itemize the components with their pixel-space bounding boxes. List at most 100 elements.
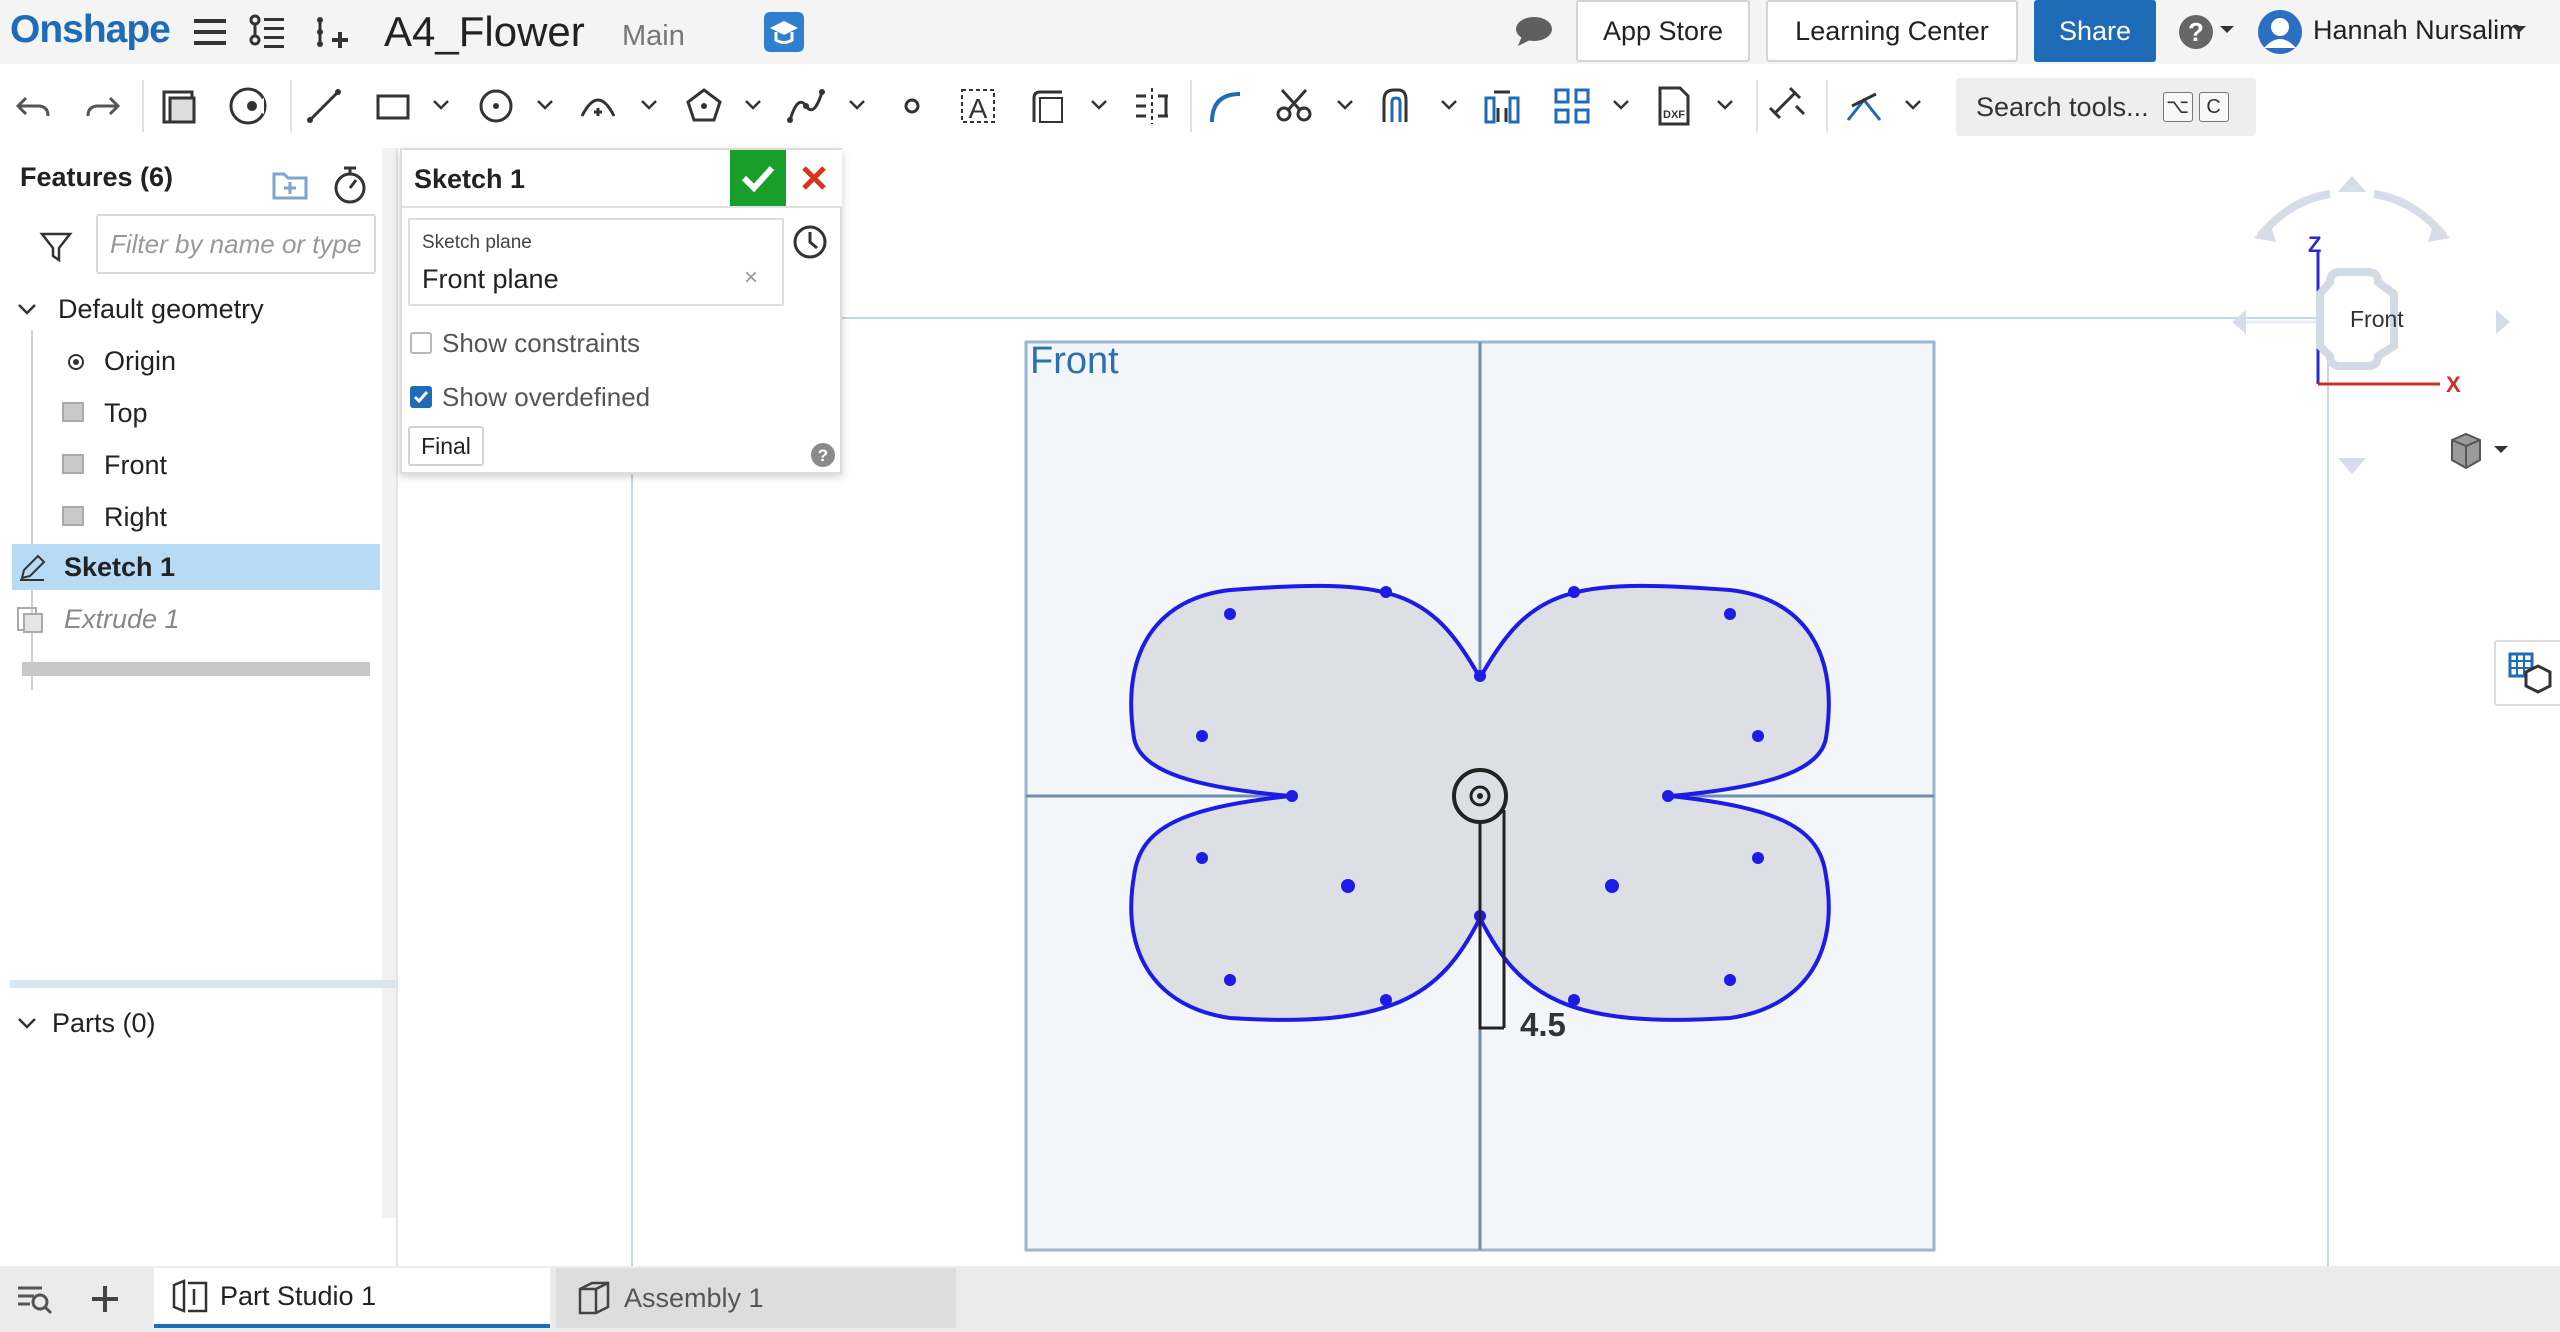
use-icon[interactable] <box>1204 84 1248 128</box>
comments-icon[interactable] <box>1512 10 1556 54</box>
right-panel-button[interactable] <box>2494 640 2560 706</box>
sketch-plane-field[interactable]: Sketch plane Front plane × <box>408 218 784 306</box>
tree-item-right-plane[interactable]: Right <box>0 494 380 540</box>
tab-label: Assembly 1 <box>624 1282 764 1313</box>
chevron-down-icon[interactable] <box>1334 94 1356 116</box>
line-icon[interactable] <box>302 84 346 128</box>
chevron-down-icon[interactable] <box>1714 94 1736 116</box>
user-menu-chevron-icon[interactable] <box>2508 18 2530 40</box>
tab-manager-icon[interactable] <box>14 1282 54 1316</box>
chevron-down-icon[interactable] <box>16 298 38 320</box>
add-tab-icon[interactable] <box>88 1282 122 1316</box>
show-constraints-label[interactable]: Show constraints <box>442 328 640 359</box>
offset-icon[interactable] <box>1376 84 1420 128</box>
accept-button[interactable] <box>730 150 786 206</box>
show-constraints-checkbox[interactable] <box>410 332 432 354</box>
clear-plane-icon[interactable]: × <box>744 264 758 292</box>
circular-pattern-icon[interactable] <box>1550 84 1594 128</box>
plane-icon <box>62 454 84 474</box>
chevron-down-icon[interactable] <box>430 94 452 116</box>
panel-splitter[interactable] <box>10 980 398 988</box>
education-icon[interactable] <box>762 10 806 54</box>
feature-list-scrollbar[interactable] <box>382 148 396 1218</box>
point-icon[interactable] <box>890 84 934 128</box>
svg-text:DXF: DXF <box>1663 109 1685 121</box>
default-geometry-group[interactable]: Default geometry <box>0 286 380 332</box>
tree-item-extrude-1[interactable]: Extrude 1 <box>0 596 380 642</box>
top-bar: Onshape A4_Flower Main App Store Learnin… <box>0 0 2560 64</box>
chevron-down-icon[interactable] <box>846 94 868 116</box>
chevron-down-icon[interactable] <box>534 94 556 116</box>
redo-icon[interactable] <box>80 84 124 128</box>
branch-label[interactable]: Main <box>622 20 685 53</box>
tab-part-studio-1[interactable]: Part Studio 1 <box>154 1268 550 1328</box>
chevron-down-icon[interactable] <box>1902 94 1924 116</box>
cancel-button[interactable] <box>786 150 842 206</box>
help-icon[interactable]: ? <box>2176 10 2220 54</box>
view-cube-face-label[interactable]: Front <box>2350 306 2404 333</box>
tree-item-front-plane[interactable]: Front <box>0 442 380 488</box>
history-icon[interactable] <box>790 222 830 262</box>
parts-label: Parts (0) <box>52 1008 156 1038</box>
help-dropdown-icon[interactable] <box>2216 18 2238 40</box>
shortcut-key: C <box>2198 92 2229 122</box>
constraint-icon[interactable] <box>1842 84 1886 128</box>
render-mode-dropdown[interactable] <box>2446 430 2516 474</box>
app-store-button[interactable]: App Store <box>1576 0 1750 62</box>
spline-icon[interactable] <box>784 84 828 128</box>
default-geometry-label: Default geometry <box>58 294 264 324</box>
final-button[interactable]: Final <box>408 426 484 466</box>
share-button[interactable]: Share <box>2034 0 2156 62</box>
show-overdefined-label[interactable]: Show overdefined <box>442 382 650 413</box>
add-folder-icon[interactable] <box>270 164 310 204</box>
show-overdefined-checkbox[interactable] <box>410 386 432 408</box>
plane-icon <box>62 506 84 526</box>
feature-list-panel: Features (6) Filter by name or type Defa… <box>0 148 398 1266</box>
mirror-icon[interactable] <box>1130 84 1174 128</box>
sketch-toolbar: A DXF Search tools... ⌥ C <box>0 70 2560 144</box>
avatar[interactable] <box>2256 8 2304 56</box>
origin-icon <box>68 354 84 370</box>
tab-assembly-1[interactable]: Assembly 1 <box>556 1268 956 1328</box>
onshape-logo[interactable]: Onshape <box>10 8 171 52</box>
linear-pattern-icon[interactable] <box>1480 84 1524 128</box>
insert-icon[interactable] <box>310 10 354 54</box>
trim-icon[interactable] <box>1272 84 1316 128</box>
chevron-down-icon[interactable] <box>16 1012 38 1034</box>
feature-list-icon[interactable] <box>246 10 290 54</box>
assembly-icon <box>578 1281 610 1315</box>
shortcut-key: ⌥ <box>2162 92 2193 122</box>
rollback-bar[interactable] <box>22 662 370 676</box>
tree-item-top-plane[interactable]: Top <box>0 390 380 436</box>
rollback-timer-icon[interactable] <box>330 162 370 206</box>
tree-item-sketch-1[interactable]: Sketch 1 <box>12 544 380 590</box>
chevron-down-icon[interactable] <box>638 94 660 116</box>
circle-icon[interactable] <box>474 84 518 128</box>
dimension-icon[interactable] <box>1766 84 1810 128</box>
sketch-fillet-icon[interactable] <box>1026 84 1070 128</box>
help-icon[interactable]: ? <box>810 442 836 468</box>
filter-icon[interactable] <box>38 228 74 264</box>
dxf-import-icon[interactable]: DXF <box>1652 84 1696 128</box>
dimension-label[interactable]: 4.5 <box>1520 1006 1566 1044</box>
menu-icon[interactable] <box>188 10 232 54</box>
parts-group[interactable]: Parts (0) <box>0 1000 380 1046</box>
rectangle-icon[interactable] <box>372 84 416 128</box>
feature-filter-input[interactable]: Filter by name or type <box>96 214 376 274</box>
undo-icon[interactable] <box>12 84 56 128</box>
new-sketch-icon[interactable] <box>158 84 202 128</box>
document-title[interactable]: A4_Flower <box>384 8 585 56</box>
search-tools-button[interactable]: Search tools... ⌥ C <box>1956 78 2256 136</box>
learning-center-button[interactable]: Learning Center <box>1766 0 2018 62</box>
tree-item-origin[interactable]: Origin <box>0 338 380 384</box>
polygon-icon[interactable] <box>682 84 726 128</box>
arc-icon[interactable] <box>576 84 620 128</box>
chevron-down-icon[interactable] <box>742 94 764 116</box>
tree-item-label: Right <box>104 502 168 532</box>
chevron-down-icon[interactable] <box>1610 94 1632 116</box>
chevron-down-icon[interactable] <box>1438 94 1460 116</box>
user-name[interactable]: Hannah Nursalim <box>2313 15 2522 46</box>
text-icon[interactable]: A <box>956 84 1000 128</box>
chevron-down-icon[interactable] <box>1088 94 1110 116</box>
finish-sketch-icon[interactable] <box>226 84 270 128</box>
